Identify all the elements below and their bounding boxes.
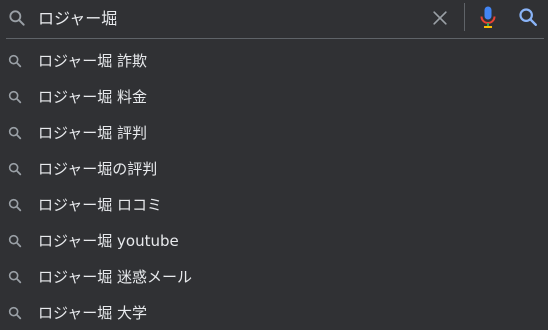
suggestion-text: ロジャー堀 大学 bbox=[38, 304, 148, 322]
search-input[interactable] bbox=[38, 5, 418, 29]
microphone-icon[interactable] bbox=[478, 5, 498, 29]
suggestion-item[interactable]: ロジャー堀 大学 bbox=[0, 296, 548, 330]
search-icon bbox=[8, 198, 22, 212]
search-bar-underline bbox=[6, 38, 544, 39]
search-icon bbox=[8, 270, 22, 284]
search-icon bbox=[8, 54, 22, 68]
suggestion-text: ロジャー堀 迷惑メール bbox=[38, 268, 193, 286]
suggestion-text: ロジャー堀 詐欺 bbox=[38, 52, 148, 70]
suggestion-item[interactable]: ロジャー堀 youtube bbox=[0, 224, 548, 260]
suggestion-text: ロジャー堀 ロコミ bbox=[38, 196, 163, 214]
search-icon bbox=[8, 306, 22, 320]
search-icon bbox=[8, 162, 22, 176]
suggestion-text: ロジャー堀の評判 bbox=[38, 160, 158, 178]
search-submit-button[interactable] bbox=[517, 6, 539, 28]
suggestion-text: ロジャー堀 料金 bbox=[38, 88, 148, 106]
search-autocomplete-panel: ロジャー堀 詐欺 ロジャー堀 料金 ロジャー堀 評判 ロジャー堀の評判 bbox=[0, 0, 548, 330]
search-icon bbox=[9, 10, 25, 26]
suggestion-item[interactable]: ロジャー堀 詐欺 bbox=[0, 44, 548, 80]
search-icon bbox=[8, 126, 22, 140]
search-icon bbox=[8, 90, 22, 104]
suggestion-item[interactable]: ロジャー堀の評判 bbox=[0, 152, 548, 188]
suggestion-text: ロジャー堀 評判 bbox=[38, 124, 148, 142]
suggestion-item[interactable]: ロジャー堀 料金 bbox=[0, 80, 548, 116]
suggestion-list: ロジャー堀 詐欺 ロジャー堀 料金 ロジャー堀 評判 ロジャー堀の評判 ロジャー… bbox=[0, 44, 548, 330]
suggestion-text: ロジャー堀 youtube bbox=[38, 232, 179, 250]
suggestion-item[interactable]: ロジャー堀 評判 bbox=[0, 116, 548, 152]
search-icon bbox=[8, 234, 22, 248]
search-bar-divider bbox=[464, 3, 465, 31]
suggestion-item[interactable]: ロジャー堀 ロコミ bbox=[0, 188, 548, 224]
close-icon[interactable] bbox=[430, 8, 450, 28]
search-bar bbox=[0, 0, 548, 36]
suggestion-item[interactable]: ロジャー堀 迷惑メール bbox=[0, 260, 548, 296]
